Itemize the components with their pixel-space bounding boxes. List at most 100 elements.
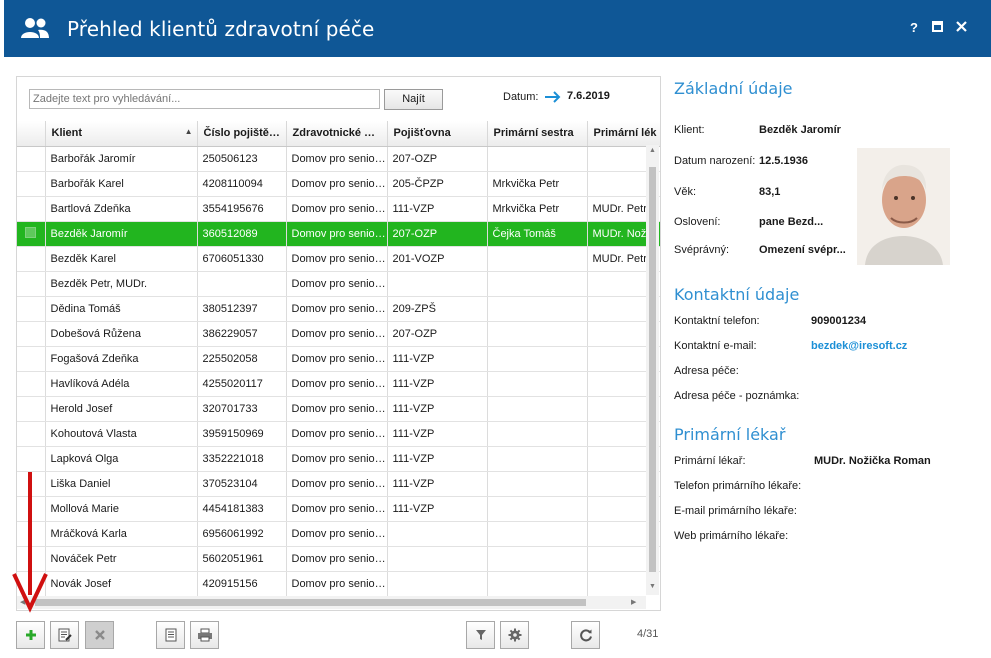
cell-insurance-number[interactable]: 4255020117 (197, 371, 287, 397)
cell-client[interactable]: Barbořák Karel (45, 171, 198, 197)
cell-insurer[interactable]: 111-VZP (387, 346, 488, 372)
row-selector[interactable] (17, 221, 46, 247)
column-header-insurer[interactable]: Pojišťovna (387, 121, 488, 147)
cell-primary-nurse[interactable] (487, 246, 588, 272)
print-button[interactable] (190, 621, 219, 649)
table-row[interactable]: Bezděk Jaromír 360512089 Domov pro senio… 2… (17, 221, 660, 247)
cell-primary-nurse[interactable] (487, 446, 588, 472)
cell-primary-nurse[interactable] (487, 146, 588, 172)
cell-primary-nurse[interactable] (487, 571, 588, 596)
cell-client[interactable]: Kohoutová Vlasta (45, 421, 198, 447)
table-row[interactable]: Liška Daniel 370523104 Domov pro senio… 111… (17, 471, 660, 497)
cell-facility[interactable]: Domov pro senio… (286, 321, 388, 347)
cell-insurance-number[interactable]: 420915156 (197, 571, 287, 596)
cell-insurer[interactable]: 111-VZP (387, 471, 488, 497)
table-row[interactable]: Fogašová Zdeňka 225502058 Domov pro senio…… (17, 346, 660, 372)
column-header-insurance-number[interactable]: Číslo pojiště… (197, 121, 287, 147)
cell-client[interactable]: Bezděk Jaromír (45, 221, 198, 247)
scrollbar-thumb[interactable] (649, 167, 656, 572)
filter-button[interactable] (466, 621, 495, 649)
cell-client[interactable]: Liška Daniel (45, 471, 198, 497)
cell-insurer[interactable]: 111-VZP (387, 446, 488, 472)
maximize-icon[interactable] (929, 19, 945, 37)
scroll-right-icon[interactable]: ▶ (631, 598, 636, 606)
cell-primary-nurse[interactable]: Mrkvička Petr (487, 171, 588, 197)
cell-client[interactable]: Bartlová Zdeňka (45, 196, 198, 222)
help-icon[interactable]: ? (906, 19, 922, 37)
cell-insurance-number[interactable]: 225502058 (197, 346, 287, 372)
cell-insurer[interactable] (387, 271, 488, 297)
cell-primary-nurse[interactable]: Čejka Tomáš (487, 221, 588, 247)
row-selector[interactable] (17, 321, 46, 347)
cell-primary-nurse[interactable] (487, 496, 588, 522)
cell-facility[interactable]: Domov pro senio… (286, 571, 388, 596)
row-selector[interactable] (17, 371, 46, 397)
cell-insurance-number[interactable]: 370523104 (197, 471, 287, 497)
cell-primary-nurse[interactable] (487, 346, 588, 372)
cell-insurer[interactable]: 207-OZP (387, 146, 488, 172)
row-selector[interactable] (17, 346, 46, 372)
cell-facility[interactable]: Domov pro senio… (286, 346, 388, 372)
cell-primary-nurse[interactable] (487, 546, 588, 572)
cell-insurance-number[interactable]: 360512089 (197, 221, 287, 247)
cell-primary-nurse[interactable] (487, 396, 588, 422)
cell-client[interactable]: Nováček Petr (45, 546, 198, 572)
vertical-scrollbar[interactable]: ▲ ▼ (646, 145, 659, 595)
cell-insurance-number[interactable]: 6956061992 (197, 521, 287, 547)
cell-insurer[interactable]: 207-OZP (387, 221, 488, 247)
scroll-up-icon[interactable]: ▲ (649, 147, 656, 154)
document-button[interactable] (156, 621, 185, 649)
cell-primary-nurse[interactable] (487, 271, 588, 297)
cell-facility[interactable]: Domov pro senio… (286, 521, 388, 547)
cell-client[interactable]: Dobešová Růžena (45, 321, 198, 347)
cell-insurance-number[interactable]: 386229057 (197, 321, 287, 347)
cell-insurer[interactable] (387, 546, 488, 572)
table-row[interactable]: Nováček Petr 5602051961 Domov pro senio… (17, 546, 660, 572)
cell-facility[interactable]: Domov pro senio… (286, 146, 388, 172)
table-row[interactable]: Bezděk Karel 6706051330 Domov pro senio… 20… (17, 246, 660, 272)
cell-facility[interactable]: Domov pro senio… (286, 446, 388, 472)
cell-facility[interactable]: Domov pro senio… (286, 371, 388, 397)
cell-insurance-number[interactable] (197, 271, 287, 297)
cell-insurance-number[interactable]: 380512397 (197, 296, 287, 322)
close-icon[interactable] (953, 19, 969, 37)
table-row[interactable]: Bartlová Zdeňka 3554195676 Domov pro senio… (17, 196, 660, 222)
cell-insurer[interactable]: 205-ČPZP (387, 171, 488, 197)
cell-insurance-number[interactable]: 320701733 (197, 396, 287, 422)
cell-insurer[interactable] (387, 571, 488, 596)
cell-insurance-number[interactable]: 6706051330 (197, 246, 287, 272)
cell-primary-nurse[interactable] (487, 296, 588, 322)
cell-client[interactable]: Mráčková Karla (45, 521, 198, 547)
table-row[interactable]: Barbořák Karel 4208110094 Domov pro senio…… (17, 171, 660, 197)
cell-insurance-number[interactable]: 4454181383 (197, 496, 287, 522)
cell-client[interactable]: Dědina Tomáš (45, 296, 198, 322)
scroll-down-icon[interactable]: ▼ (649, 583, 656, 590)
email-link[interactable]: bezdek@iresoft.cz (811, 340, 907, 352)
table-row[interactable]: Mollová Marie 4454181383 Domov pro senio… 1… (17, 496, 660, 522)
cell-insurer[interactable]: 111-VZP (387, 396, 488, 422)
table-row[interactable]: Bezděk Petr, MUDr. Domov pro senio… (17, 271, 660, 297)
table-row[interactable]: Herold Josef 320701733 Domov pro senio… 111… (17, 396, 660, 422)
cell-insurance-number[interactable]: 5602051961 (197, 546, 287, 572)
cell-facility[interactable]: Domov pro senio… (286, 396, 388, 422)
add-button[interactable] (16, 621, 45, 649)
column-header-client[interactable]: Klient ▲ (45, 121, 198, 147)
table-row[interactable]: Lapková Olga 3352221018 Domov pro senio… 11… (17, 446, 660, 472)
cell-client[interactable]: Bezděk Petr, MUDr. (45, 271, 198, 297)
row-selector[interactable] (17, 246, 46, 272)
row-selector[interactable] (17, 146, 46, 172)
cell-primary-nurse[interactable] (487, 321, 588, 347)
cell-facility[interactable]: Domov pro senio… (286, 421, 388, 447)
cell-facility[interactable]: Domov pro senio… (286, 196, 388, 222)
cell-insurer[interactable] (387, 521, 488, 547)
row-selector[interactable] (17, 196, 46, 222)
cell-insurer[interactable]: 207-OZP (387, 321, 488, 347)
cell-primary-nurse[interactable] (487, 521, 588, 547)
cell-facility[interactable]: Domov pro senio… (286, 296, 388, 322)
cell-facility[interactable]: Domov pro senio… (286, 496, 388, 522)
arrow-right-icon[interactable] (544, 91, 562, 103)
cell-insurance-number[interactable]: 3959150969 (197, 421, 287, 447)
row-selector[interactable] (17, 446, 46, 472)
refresh-button[interactable] (571, 621, 600, 649)
cell-facility[interactable]: Domov pro senio… (286, 546, 388, 572)
